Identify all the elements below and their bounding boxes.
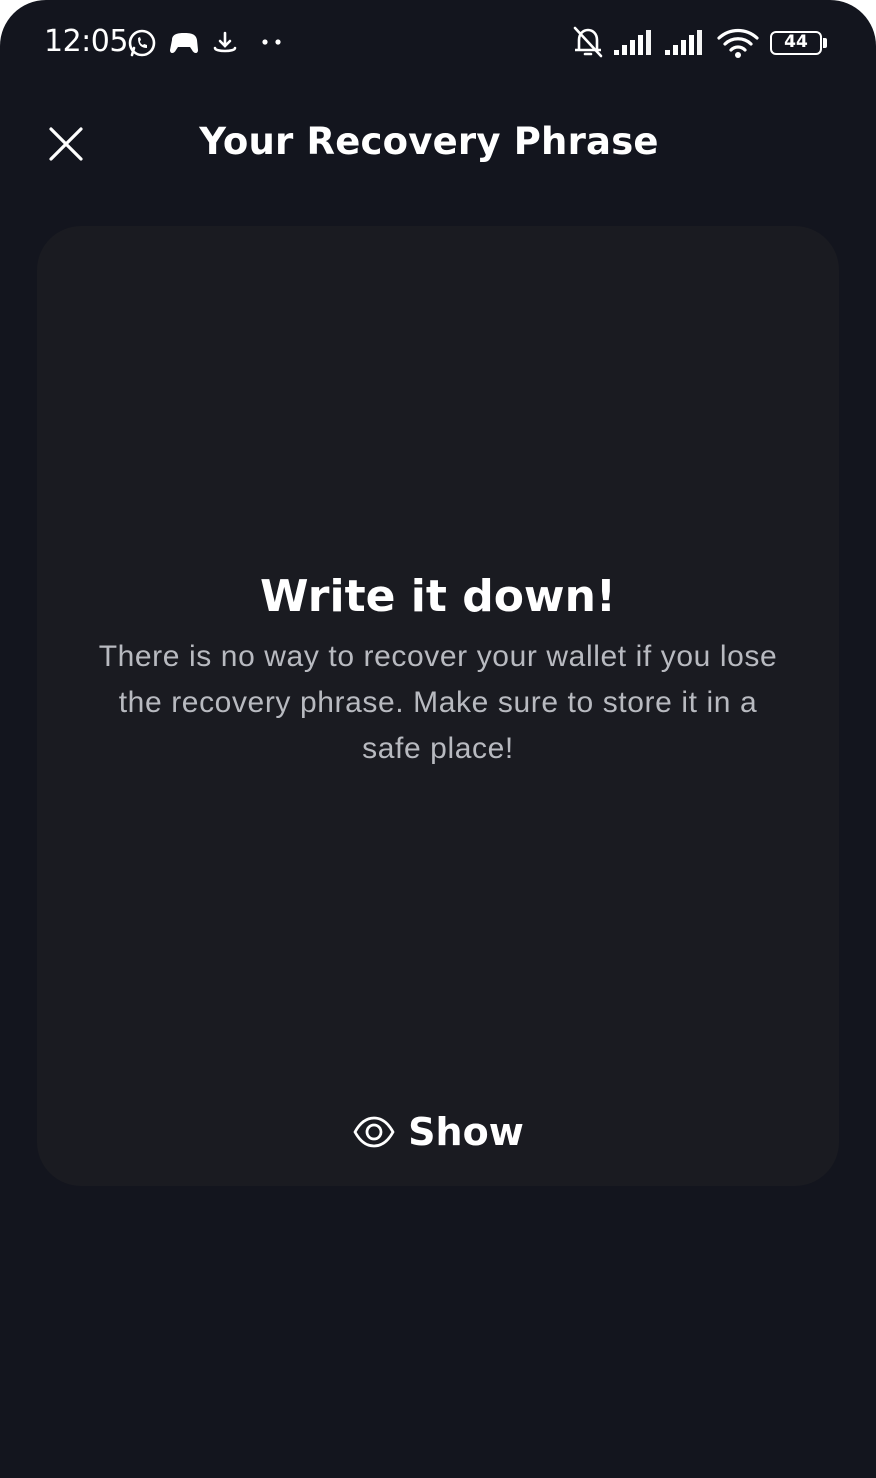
show-phrase-button[interactable]: Show [37,1104,839,1160]
show-label: Show [408,1110,524,1154]
battery-icon: 44 [770,31,822,55]
bell-off-icon [573,26,603,58]
signal-icon [665,30,702,55]
download-icon [213,31,237,53]
status-time: 12:05 [44,24,128,59]
card-description: There is no way to recover your wallet i… [98,640,778,765]
game-controller-icon [170,33,198,53]
card-heading: Write it down! [260,571,616,622]
whatsapp-icon [128,29,156,57]
page-title: Your Recovery Phrase [199,120,659,163]
signal-icon [614,30,651,55]
wifi-icon [717,28,759,58]
recovery-phrase-card: Write it down! There is no way to recove… [37,226,839,1186]
status-bar: 12:05 44 [0,0,876,86]
battery-tip [823,38,827,48]
more-dots-icon [262,39,281,45]
eye-icon [353,1116,395,1148]
screen: 12:05 44 Your Recovery Phrase Write it d… [0,0,876,1478]
